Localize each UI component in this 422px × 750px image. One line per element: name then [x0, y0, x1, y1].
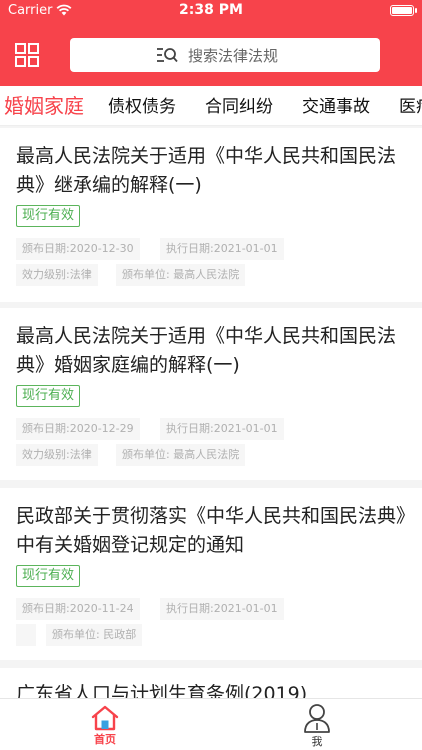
publish-date: 颁布日期:2020-11-24 — [16, 598, 140, 620]
home-icon — [91, 705, 119, 731]
tab-home-label: 首页 — [94, 733, 116, 746]
effect-level: 效力级别:法律 — [16, 444, 98, 466]
search-icon — [157, 48, 178, 63]
law-card[interactable]: 最高人民法院关于适用《中华人民共和国民法典》婚姻家庭编的解释(一) 现行有效 颁… — [0, 308, 422, 480]
grid-menu-icon[interactable] — [14, 42, 40, 68]
tab-traffic[interactable]: 交通事故 — [302, 92, 370, 117]
publish-date: 颁布日期:2020-12-29 — [16, 418, 140, 440]
issuer: 颁布单位: 最高人民法院 — [116, 444, 246, 466]
law-card[interactable]: 民政部关于贯彻落实《中华人民共和国民法典》中有关婚姻登记规定的通知 现行有效 颁… — [0, 488, 422, 660]
publish-date: 颁布日期:2020-12-30 — [16, 238, 140, 260]
tab-me[interactable]: 我 — [292, 703, 342, 749]
tab-contract[interactable]: 合同纠纷 — [205, 92, 273, 117]
law-title: 最高人民法院关于适用《中华人民共和国民法典》继承编的解释(一) — [16, 145, 397, 196]
status-badge: 现行有效 — [16, 205, 81, 227]
status-bar: Carrier 2:38 PM — [0, 0, 422, 24]
effective-date: 执行日期:2021-01-01 — [160, 598, 284, 620]
status-badge: 现行有效 — [16, 385, 81, 407]
tab-marriage-family[interactable]: 婚姻家庭 — [4, 90, 84, 119]
user-icon — [304, 704, 330, 733]
issuer: 颁布单位: 最高人民法院 — [116, 264, 246, 286]
effective-date: 执行日期:2021-01-01 — [160, 238, 284, 260]
search-placeholder: 搜索法律法规 — [188, 47, 279, 65]
effect-level: 效力级别:法律 — [16, 264, 98, 286]
app-screen: Carrier 2:38 PM 搜索法律法规 婚姻家庭 债权债务 合同纠纷 交通… — [0, 0, 422, 750]
bottom-tab-bar: 首页 我 — [0, 698, 422, 750]
effect-level — [16, 624, 36, 646]
law-title: 最高人民法院关于适用《中华人民共和国民法典》婚姻家庭编的解释(一) — [16, 325, 397, 376]
law-card[interactable]: 最高人民法院关于适用《中华人民共和国民法典》继承编的解释(一) 现行有效 颁布日… — [0, 128, 422, 302]
tab-me-label: 我 — [311, 735, 323, 748]
category-tabs: 婚姻家庭 债权债务 合同纠纷 交通事故 医疗 — [0, 86, 422, 126]
tab-home[interactable]: 首页 — [80, 703, 130, 749]
tab-medical[interactable]: 医疗 — [399, 92, 422, 117]
effective-date: 执行日期:2021-01-01 — [160, 418, 284, 440]
status-time: 2:38 PM — [179, 2, 243, 18]
header: Carrier 2:38 PM 搜索法律法规 — [0, 0, 422, 86]
status-badge: 现行有效 — [16, 565, 81, 587]
search-input[interactable]: 搜索法律法规 — [70, 38, 380, 72]
tab-debt[interactable]: 债权债务 — [108, 92, 176, 117]
battery-icon — [390, 5, 417, 16]
law-title: 民政部关于贯彻落实《中华人民共和国民法典》中有关婚姻登记规定的通知 — [16, 505, 406, 556]
issuer: 颁布单位: 民政部 — [46, 624, 143, 646]
